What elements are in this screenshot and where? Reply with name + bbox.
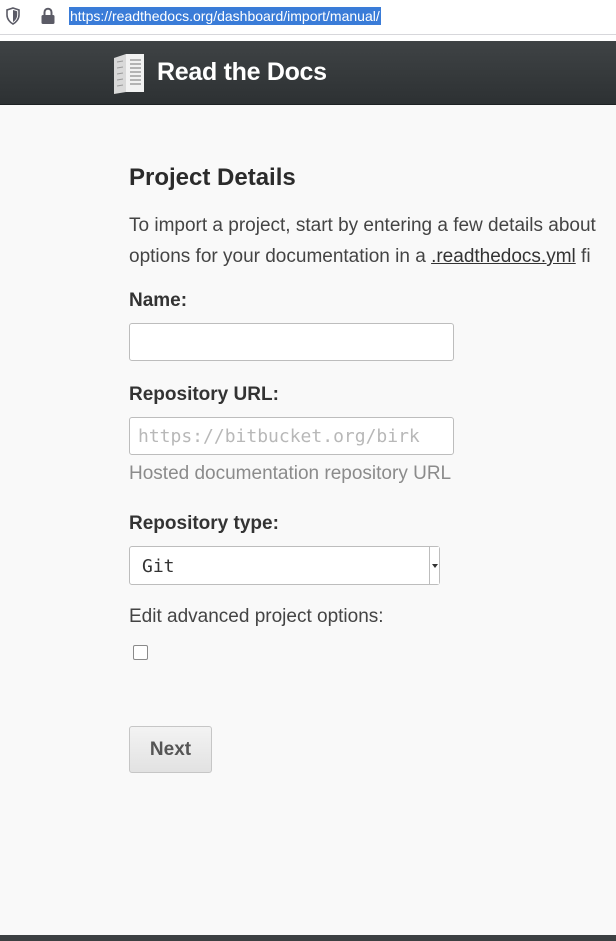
page-title: Project Details [129,164,296,191]
site-brand[interactable]: Read the Docs [157,56,327,88]
repository-type-value: Git [142,556,175,577]
intro-text: To import a project, start by entering a… [129,210,616,272]
repository-url-field[interactable] [129,417,454,455]
shield-icon[interactable] [5,7,21,25]
intro-line-2-suffix: fi [575,246,591,267]
advanced-options-checkbox[interactable] [133,645,148,660]
book-icon[interactable] [111,52,147,95]
repository-url-help: Hosted documentation repository URL [129,463,452,484]
site-header: Read the Docs [0,41,616,105]
page-footer [0,935,616,941]
browser-url-bar: https://readthedocs.org/dashboard/import… [0,0,616,35]
address-field[interactable]: https://readthedocs.org/dashboard/import… [69,7,381,25]
repository-url-label: Repository URL: [129,384,279,405]
repository-type-select[interactable]: Git [129,546,440,585]
next-button[interactable]: Next [129,726,212,773]
advanced-options-label: Edit advanced project options: [129,606,384,627]
intro-line-2-prefix: options for your documentation in a [129,246,432,267]
lock-icon[interactable] [40,7,56,25]
repository-type-label: Repository type: [129,513,279,534]
readthedocs-yml-link[interactable]: .readthedocs.yml [431,246,576,267]
name-field[interactable] [129,323,454,361]
chevron-down-icon[interactable] [429,547,439,584]
intro-line-1: To import a project, start by entering a… [129,215,596,236]
name-label: Name: [129,290,188,311]
